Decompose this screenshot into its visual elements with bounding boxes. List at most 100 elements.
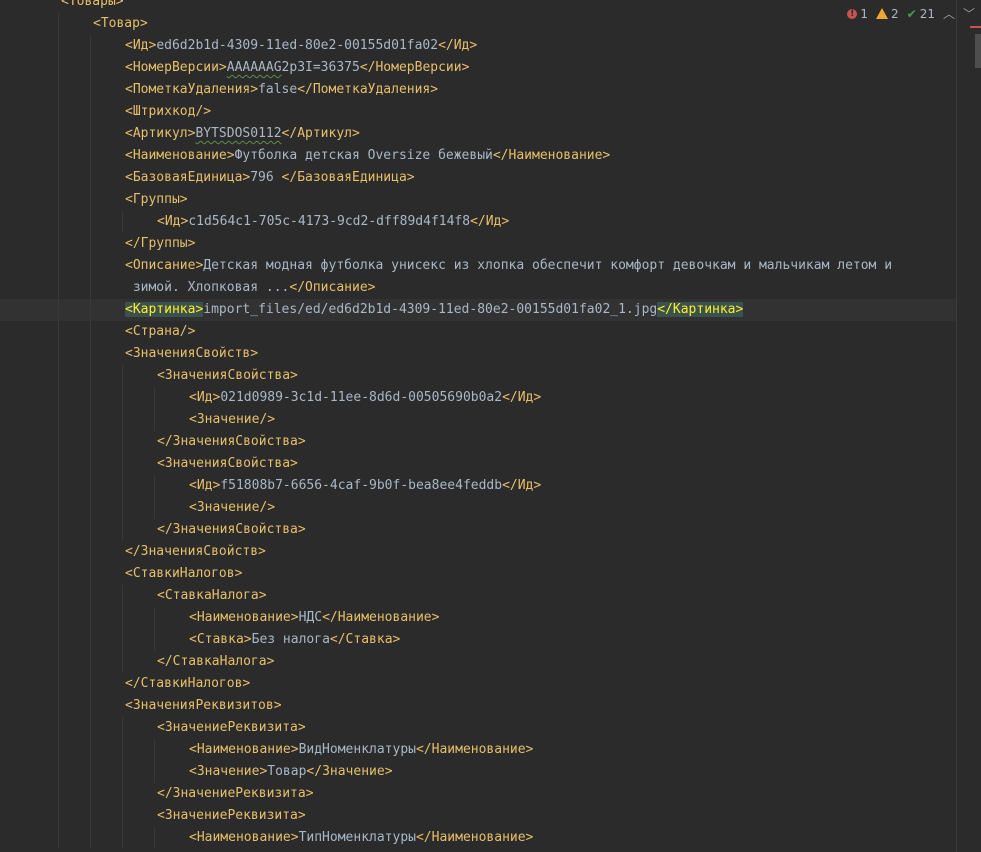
xml-text: НДС (298, 610, 323, 625)
code-line[interactable]: <Ид>021d0989-3c1d-11ee-8d6d-00505690b0a2… (0, 387, 957, 409)
error-marker[interactable] (970, 26, 981, 28)
indent-guide (122, 365, 123, 387)
warning-icon (875, 8, 888, 19)
code-line[interactable]: </Группы> (0, 233, 957, 255)
code-line[interactable]: </СтавкаНалога> (0, 651, 957, 673)
indent-guide (90, 717, 91, 739)
indent-guide (90, 145, 91, 167)
indent-guide (58, 101, 59, 123)
xml-text: зимой. Хлопковая ... (125, 280, 290, 295)
xml-tag: <Значение/> (189, 412, 276, 427)
xml-tag: <Описание> (125, 258, 204, 273)
indent-guide (122, 497, 123, 519)
code-line[interactable]: <Ставка>Без налога</Ставка> (0, 629, 957, 651)
code-line[interactable]: <Товары> (0, 0, 957, 13)
code-line[interactable]: <НомерВерсии>AAAAAAG2p3I=36375</НомерВер… (0, 57, 957, 79)
code-line[interactable]: <ЗначенияСвойств> (0, 343, 957, 365)
indent-guide (90, 805, 91, 827)
code-line[interactable]: <СтавкаНалога> (0, 585, 957, 607)
code-line[interactable]: </ЗначенияСвойства> (0, 431, 957, 453)
code-line[interactable]: зимой. Хлопковая ...</Описание> (0, 277, 957, 299)
code-line[interactable]: </ЗначенияСвойств> (0, 541, 957, 563)
code-line[interactable]: <ЗначениеРеквизита> (0, 805, 957, 827)
code-line[interactable]: <Значение/> (0, 409, 957, 431)
code-line[interactable]: </СтавкиНалогов> (0, 673, 957, 695)
warnings-count[interactable]: 2 (875, 7, 899, 21)
code-line[interactable]: <Картинка>import_files/ed/ed6d2b1d-4309-… (0, 299, 957, 321)
indent-guide (90, 35, 91, 57)
errors-count[interactable]: ! 1 (847, 7, 868, 21)
indent-guide (90, 299, 91, 321)
xml-text: f51808b7-6656-4caf-9b0f-bea8ee4feddb (220, 478, 503, 493)
xml-text: BYTSDOS0112 (195, 126, 282, 141)
indent-guide (90, 343, 91, 365)
indent-guide (58, 519, 59, 541)
xml-tag: </СтавкаНалога> (157, 654, 275, 669)
code-line[interactable]: <ЗначенияСвойства> (0, 365, 957, 387)
indent-guide (122, 519, 123, 541)
code-line[interactable]: <Артикул>BYTSDOS0112</Артикул> (0, 123, 957, 145)
indent-guide (58, 321, 59, 343)
code-line[interactable]: <ЗначенияРеквизитов> (0, 695, 957, 717)
inspection-widget[interactable]: ! 1 2 ✔ 21 ︿ ﹀ (847, 5, 975, 22)
xml-tag: <Наименование> (189, 830, 299, 845)
code-line[interactable]: <Значение>Товар</Значение> (0, 761, 957, 783)
xml-tag: <Ставка> (189, 632, 252, 647)
xml-tag: </Ид> (438, 38, 478, 53)
indent-guide (58, 277, 59, 299)
indent-guide (90, 519, 91, 541)
code-line[interactable]: <ПометкаУдаления>false</ПометкаУдаления> (0, 79, 957, 101)
code-line[interactable]: <Товар> (0, 13, 957, 35)
code-line[interactable]: <Наименование>ТипНоменклатуры</Наименова… (0, 827, 957, 849)
chevron-up-icon[interactable]: ︿ (943, 5, 955, 22)
code-line[interactable]: <ЗначенияСвойства> (0, 453, 957, 475)
code-line[interactable]: <Штрихкод/> (0, 101, 957, 123)
code-line[interactable]: </ЗначенияСвойства> (0, 519, 957, 541)
code-line[interactable]: <Наименование>Футболка детская Oversize … (0, 145, 957, 167)
code-line[interactable]: <Страна/> (0, 321, 957, 343)
code-line[interactable]: <Ид>f51808b7-6656-4caf-9b0f-bea8ee4feddb… (0, 475, 957, 497)
indent-guide (122, 387, 123, 409)
indent-guide (58, 13, 59, 35)
code-line[interactable]: <Описание>Детская модная футболка унисек… (0, 255, 957, 277)
xml-text: ed6d2b1d-4309-11ed-80e2-00155d01fa02 (156, 38, 439, 53)
xml-tag: </Ид> (470, 214, 510, 229)
xml-tag: </ПометкаУдаления> (297, 82, 439, 97)
indent-guide (90, 673, 91, 695)
code-line[interactable]: <Наименование>НДС</Наименование> (0, 607, 957, 629)
xml-tag: <Картинка> (125, 302, 204, 317)
xml-tag: <Наименование> (189, 742, 299, 757)
vertical-scrollbar[interactable] (971, 26, 981, 852)
xml-tag: <СтавкиНалогов> (125, 566, 243, 581)
indent-guide (90, 211, 91, 233)
code-line[interactable]: <Наименование>ВидНоменклатуры</Наименова… (0, 739, 957, 761)
indent-guide (154, 387, 155, 409)
code-line[interactable]: <Ид>ed6d2b1d-4309-11ed-80e2-00155d01fa02… (0, 35, 957, 57)
indent-guide (90, 57, 91, 79)
indent-guide (122, 409, 123, 431)
xml-tag: <Ид> (125, 38, 157, 53)
code-line[interactable]: <Ид>c1d564c1-705c-4173-9cd2-dff89d4f14f8… (0, 211, 957, 233)
code-line[interactable]: </ЗначениеРеквизита> (0, 783, 957, 805)
code-editor[interactable]: <Товары> <Товар> <Ид>ed6d2b1d-4309-11ed-80… (0, 0, 957, 849)
xml-tag: <ЗначенияСвойства> (157, 368, 298, 383)
indent-guide (58, 167, 59, 189)
indent-guide (122, 827, 123, 849)
typo-count[interactable]: ✔ 21 (907, 7, 935, 21)
scrollbar-thumb[interactable] (975, 34, 981, 68)
xml-tag: <Ид> (157, 214, 189, 229)
indent-guide (58, 497, 59, 519)
indent-guide (58, 563, 59, 585)
code-line[interactable]: <Группы> (0, 189, 957, 211)
xml-tag: </Ставка> (329, 632, 401, 647)
code-line[interactable]: <Значение/> (0, 497, 957, 519)
chevron-down-icon[interactable]: ﹀ (963, 5, 975, 22)
code-line[interactable]: <СтавкиНалогов> (0, 563, 957, 585)
xml-tag: </ЗначенияСвойства> (157, 522, 306, 537)
code-line[interactable]: <БазоваяЕдиница>796 </БазоваяЕдиница> (0, 167, 957, 189)
xml-tag: <Товар> (93, 16, 148, 31)
code-line[interactable]: <ЗначениеРеквизита> (0, 717, 957, 739)
indent-guide (90, 431, 91, 453)
indent-guide (58, 827, 59, 849)
indent-guide (58, 387, 59, 409)
